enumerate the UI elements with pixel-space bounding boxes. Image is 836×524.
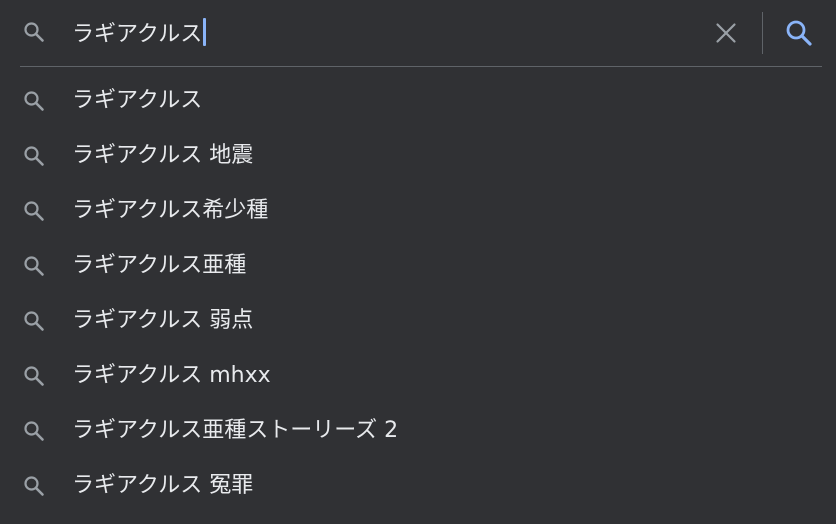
search-icon xyxy=(22,20,46,44)
search-query-text: ラギアクルス xyxy=(72,22,203,47)
search-input[interactable]: ラギアクルス xyxy=(72,16,207,48)
suggestion-item[interactable]: ラギアクルス xyxy=(0,74,836,129)
suggestion-item[interactable]: ラギアクルス mhxx xyxy=(0,349,836,404)
search-icon xyxy=(784,18,814,48)
divider xyxy=(20,66,822,67)
search-icon xyxy=(22,254,46,278)
suggestion-label: ラギアクルス xyxy=(72,88,203,113)
search-bar: ラギアクルス xyxy=(0,0,836,66)
text-cursor xyxy=(203,18,207,46)
suggestion-label: ラギアクルス 冤罪 xyxy=(72,473,254,498)
search-icon xyxy=(22,364,46,388)
clear-button[interactable] xyxy=(712,19,740,47)
search-icon xyxy=(22,309,46,333)
search-icon xyxy=(22,89,46,113)
suggestion-label: ラギアクルス希少種 xyxy=(72,198,269,223)
suggestion-list: ラギアクルス ラギアクルス 地震 ラギアクルス希少種 ラギアクルス亜種 ラギアク… xyxy=(0,74,836,514)
suggestion-item[interactable]: ラギアクルス亜種ストーリーズ 2 xyxy=(0,404,836,459)
suggestion-label: ラギアクルス mhxx xyxy=(72,363,271,388)
suggestion-item[interactable]: ラギアクルス希少種 xyxy=(0,184,836,239)
search-submit-button[interactable] xyxy=(783,17,815,49)
search-icon xyxy=(22,199,46,223)
suggestion-label: ラギアクルス 地震 xyxy=(72,143,254,168)
suggestion-label: ラギアクルス 弱点 xyxy=(72,308,254,333)
suggestion-item[interactable]: ラギアクルス 冤罪 xyxy=(0,459,836,514)
search-suggestion-panel: ラギアクルス ラギアクルス ラギアクルス 地震 ラギアクルス希少種 ラギアクルス… xyxy=(0,0,836,524)
search-icon xyxy=(22,419,46,443)
suggestion-item[interactable]: ラギアクルス 弱点 xyxy=(0,294,836,349)
suggestion-item[interactable]: ラギアクルス 地震 xyxy=(0,129,836,184)
suggestion-label: ラギアクルス亜種 xyxy=(72,253,247,278)
search-bar-divider xyxy=(762,12,763,54)
close-icon xyxy=(714,21,738,45)
suggestion-item[interactable]: ラギアクルス亜種 xyxy=(0,239,836,294)
search-icon xyxy=(22,474,46,498)
search-icon xyxy=(22,144,46,168)
suggestion-label: ラギアクルス亜種ストーリーズ 2 xyxy=(72,418,399,443)
